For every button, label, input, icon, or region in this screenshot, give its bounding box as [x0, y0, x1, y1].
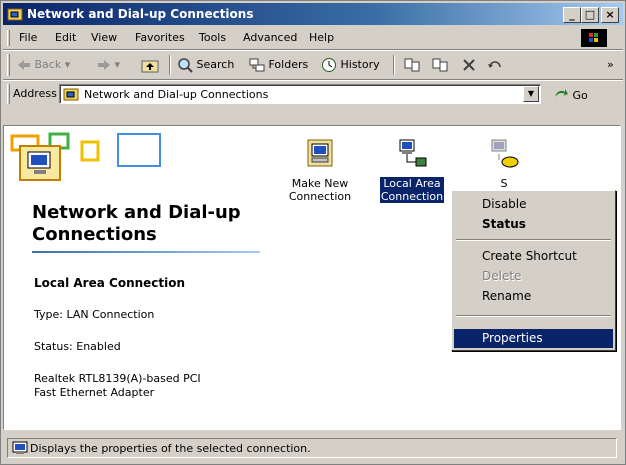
connection-type: Type: LAN Connection [34, 308, 155, 321]
toolbar-grip[interactable] [7, 54, 10, 76]
network-folder-icon [63, 88, 79, 101]
history-button[interactable]: History [321, 55, 380, 75]
local-area-connection-item[interactable]: Local Area Connection [372, 138, 452, 203]
address-bar: Address Network and Dial-up Connections … [3, 81, 623, 107]
up-folder-button[interactable] [141, 55, 159, 75]
forward-button[interactable]: ▾ [97, 55, 120, 75]
folders-button[interactable]: Folders [249, 55, 308, 75]
make-new-connection-item[interactable]: Make New Connection [280, 138, 360, 203]
address-input[interactable]: Network and Dial-up Connections ▼ [59, 84, 541, 104]
addressbar-grip[interactable] [7, 84, 10, 104]
folders-icon [249, 58, 265, 72]
address-label: Address [13, 87, 57, 100]
menu-item-properties[interactable]: Properties [454, 329, 613, 348]
windows-logo-icon [581, 29, 607, 47]
menu-tools[interactable]: Tools [199, 31, 226, 45]
search-button[interactable]: Search [177, 55, 234, 75]
connection-status: Status: Enabled [34, 340, 121, 353]
menubar-grip[interactable] [7, 30, 10, 46]
copy-to-icon [432, 58, 448, 72]
menu-advanced[interactable]: Advanced [243, 31, 297, 45]
adapter-name-line1: Realtek RTL8139(A)-based PCI [34, 372, 201, 385]
history-label: History [340, 58, 380, 71]
adapter-name-line2: Fast Ethernet Adapter [34, 386, 155, 399]
go-label: Go [572, 89, 588, 102]
menu-item-status[interactable]: Status [454, 215, 613, 234]
local-area-connection-label: Local Area Connection [379, 177, 445, 203]
forward-arrow-icon [98, 60, 110, 70]
status-bar: Displays the properties of the selected … [3, 434, 623, 462]
menu-file[interactable]: File [19, 31, 37, 45]
web-view-info-pane: Network and Dial-up Connections Local Ar… [4, 126, 264, 429]
dialup-connection-item[interactable]: S [464, 138, 544, 190]
make-new-connection-label: Make New Connection [288, 177, 352, 203]
history-icon [322, 58, 336, 72]
page-title: Network and Dial-up Connections [32, 202, 241, 245]
undo-button[interactable] [487, 55, 505, 75]
toolbar-overflow-chevron[interactable]: » [607, 55, 614, 75]
standard-toolbar: Back ▾ ▾ Search Folders History » [3, 51, 623, 79]
menu-separator [456, 315, 611, 317]
move-to-icon [404, 58, 420, 72]
maximize-button[interactable]: □ [581, 7, 599, 23]
window-title: Network and Dial-up Connections [27, 7, 254, 21]
menu-separator [456, 239, 611, 241]
back-button[interactable]: Back ▾ [17, 55, 70, 75]
context-menu: Disable Status Create Shortcut Delete Re… [451, 190, 616, 351]
menu-edit[interactable]: Edit [55, 31, 76, 45]
menu-item-create-shortcut[interactable]: Create Shortcut [454, 247, 613, 266]
move-to-button[interactable] [403, 55, 423, 75]
menu-bar: File Edit View Favorites Tools Advanced … [3, 27, 623, 49]
go-arrow-icon [555, 89, 568, 97]
dialup-connection-icon [491, 139, 519, 168]
minimize-button[interactable]: _ [563, 7, 581, 23]
folders-label: Folders [268, 58, 309, 71]
close-button[interactable]: × [601, 7, 619, 23]
up-folder-icon [141, 60, 159, 73]
search-icon [178, 58, 193, 73]
undo-icon [488, 61, 501, 68]
delete-x-icon [463, 59, 475, 71]
make-new-connection-icon [307, 139, 333, 167]
lan-connection-icon [399, 139, 427, 167]
network-status-icon [12, 441, 28, 454]
dialup-connection-label: S [500, 177, 508, 190]
title-bar[interactable]: Network and Dial-up Connections _ □ × [3, 3, 623, 25]
status-panel: Displays the properties of the selected … [7, 438, 617, 458]
back-arrow-icon [18, 60, 30, 70]
menu-help[interactable]: Help [309, 31, 334, 45]
toolbar-separator [393, 55, 395, 75]
go-button[interactable]: Go [553, 87, 588, 102]
menu-item-disable[interactable]: Disable [454, 195, 613, 214]
menu-item-delete[interactable]: Delete [454, 267, 613, 286]
explorer-window: Network and Dial-up Connections _ □ × Fi… [0, 0, 626, 465]
address-dropdown-button[interactable]: ▼ [523, 86, 539, 102]
toolbar-separator [169, 55, 171, 75]
title-underline [32, 251, 260, 253]
selected-connection-name: Local Area Connection [34, 276, 186, 290]
address-value: Network and Dial-up Connections [84, 88, 269, 101]
menu-item-rename[interactable]: Rename [454, 287, 613, 306]
copy-to-button[interactable] [431, 55, 451, 75]
delete-button[interactable] [461, 55, 477, 75]
menu-view[interactable]: View [91, 31, 117, 45]
back-label: Back [34, 58, 62, 71]
status-text: Displays the properties of the selected … [30, 442, 311, 455]
menu-favorites[interactable]: Favorites [135, 31, 185, 45]
network-folder-icon [7, 8, 23, 21]
network-banner-graphic [10, 132, 161, 181]
search-label: Search [196, 58, 235, 71]
